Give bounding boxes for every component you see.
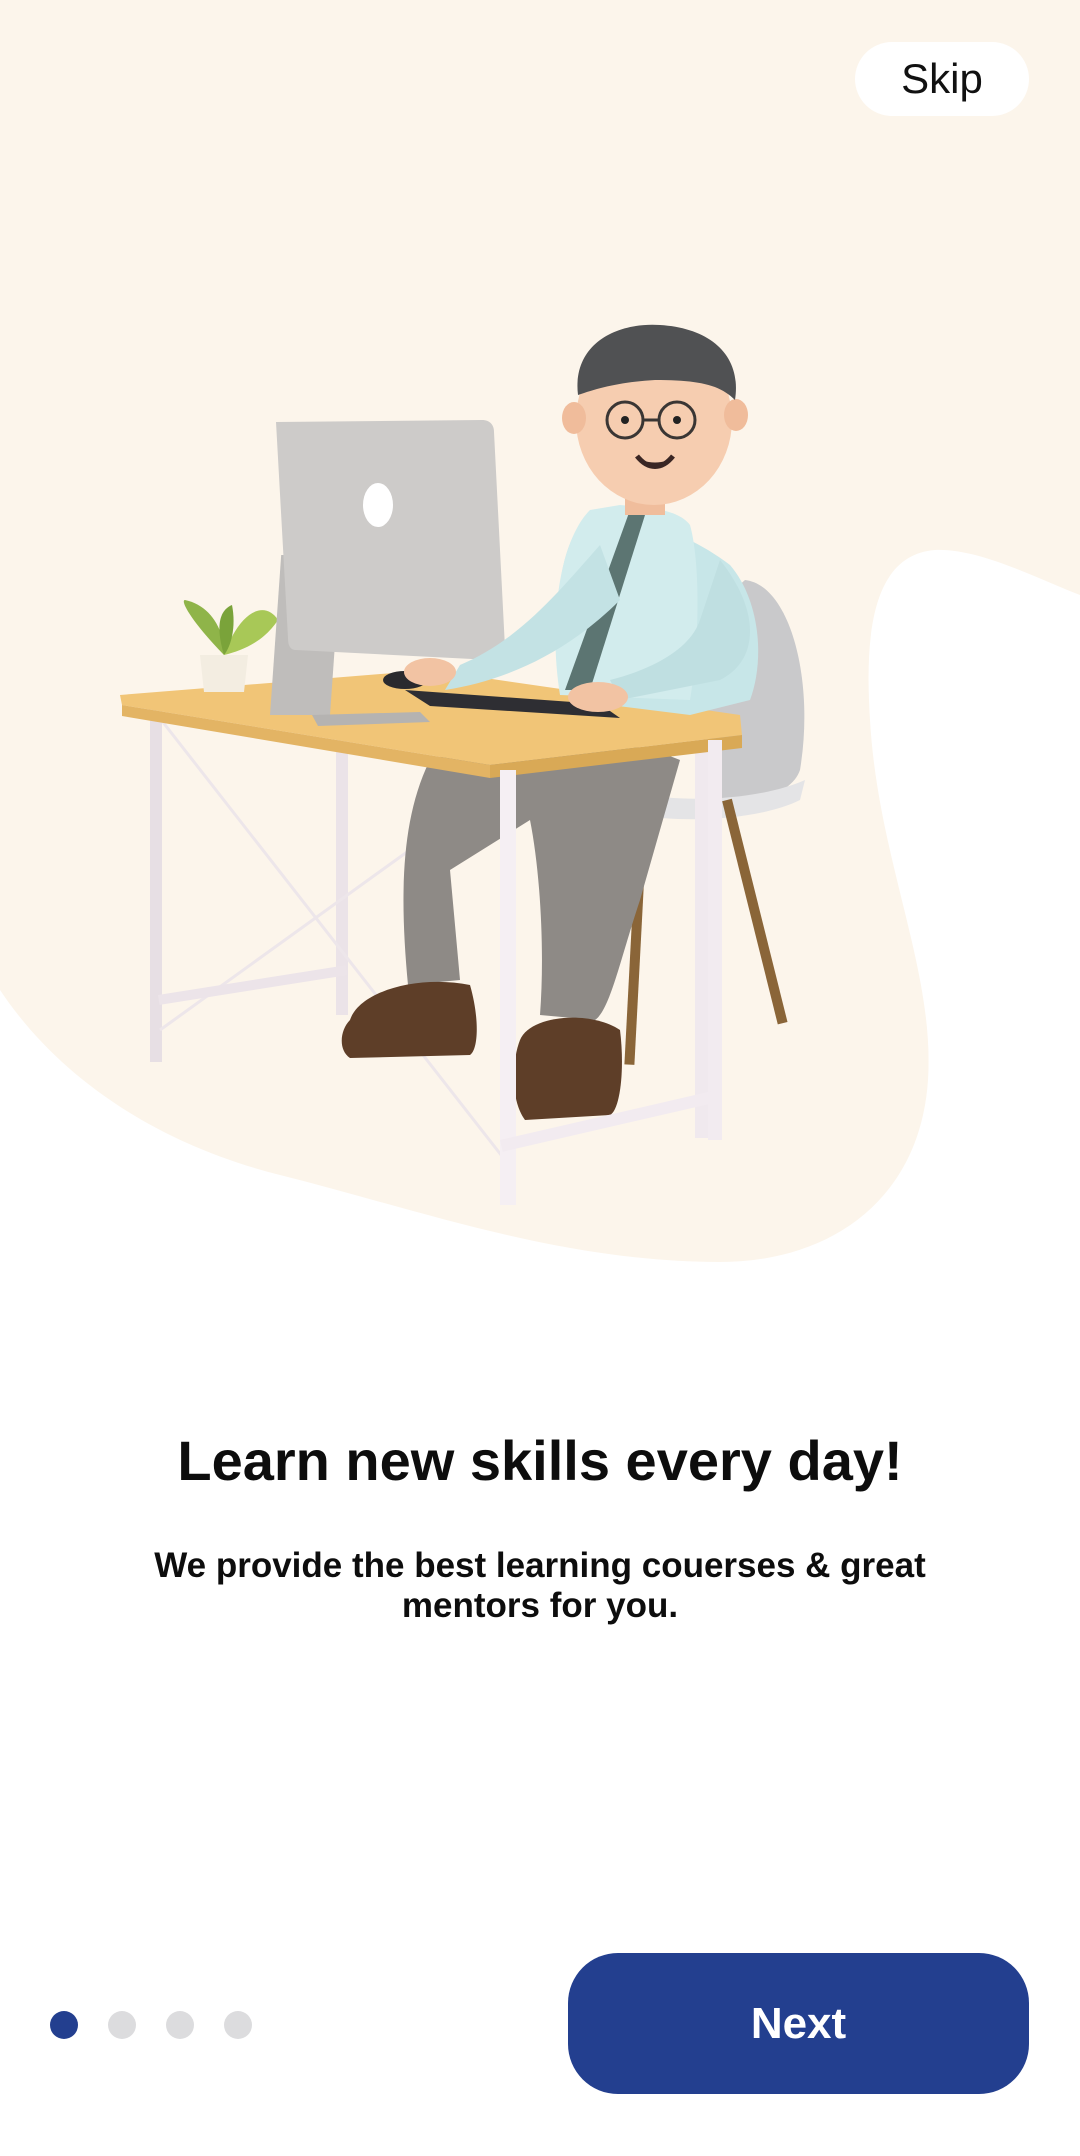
page-dot: [224, 2011, 252, 2039]
page-indicator: [50, 2010, 252, 2040]
plant-illustration: [183, 600, 278, 692]
page-dot: [108, 2011, 136, 2039]
skip-button[interactable]: Skip: [855, 42, 1029, 116]
page-dot: [166, 2011, 194, 2039]
onboarding-headline: Learn new skills every day!: [177, 1429, 903, 1492]
onboarding-screen: Skip Learn new skills every day! We prov…: [0, 0, 1080, 2156]
onboarding-subtitle: We provide the best learning couerses & …: [154, 1546, 926, 1625]
next-button[interactable]: Next: [568, 1953, 1029, 2094]
person-head-illustration: [562, 324, 748, 515]
page-dot-active: [50, 2011, 78, 2039]
person-at-desk-illustration: [120, 324, 805, 1205]
